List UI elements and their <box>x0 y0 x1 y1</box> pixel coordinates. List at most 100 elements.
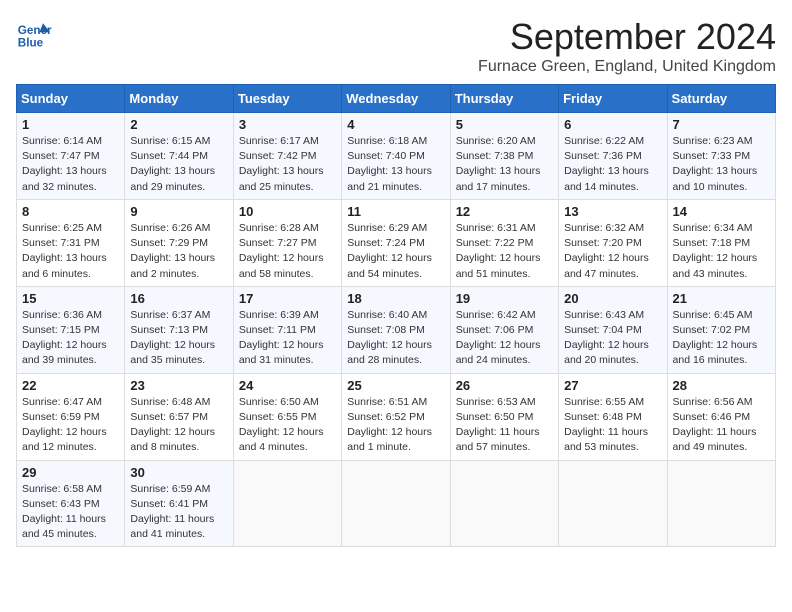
day-number: 13 <box>564 204 661 219</box>
day-detail: Sunrise: 6:39 AM Sunset: 7:11 PM Dayligh… <box>239 308 336 369</box>
day-number: 23 <box>130 378 227 393</box>
day-detail: Sunrise: 6:32 AM Sunset: 7:20 PM Dayligh… <box>564 221 661 282</box>
calendar-cell: 5 Sunrise: 6:20 AM Sunset: 7:38 PM Daylig… <box>450 113 558 200</box>
day-detail: Sunrise: 6:59 AM Sunset: 6:41 PM Dayligh… <box>130 482 227 543</box>
calendar-cell: 7 Sunrise: 6:23 AM Sunset: 7:33 PM Daylig… <box>667 113 775 200</box>
calendar-cell: 6 Sunrise: 6:22 AM Sunset: 7:36 PM Daylig… <box>559 113 667 200</box>
day-number: 14 <box>673 204 770 219</box>
calendar-week-row: 29 Sunrise: 6:58 AM Sunset: 6:43 PM Dayli… <box>17 460 776 547</box>
weekday-header-wednesday: Wednesday <box>342 85 450 113</box>
calendar-cell: 18Sunrise: 6:40 AM Sunset: 7:08 PM Dayli… <box>342 286 450 373</box>
calendar-cell: 11Sunrise: 6:29 AM Sunset: 7:24 PM Dayli… <box>342 199 450 286</box>
calendar-cell: 12 Sunrise: 6:31 AM Sunset: 7:22 PM Dayli… <box>450 199 558 286</box>
day-number: 17 <box>239 291 336 306</box>
day-number: 6 <box>564 117 661 132</box>
day-number: 12 <box>456 204 553 219</box>
day-number: 25 <box>347 378 444 393</box>
day-detail: Sunrise: 6:28 AM Sunset: 7:27 PM Dayligh… <box>239 221 336 282</box>
svg-text:Blue: Blue <box>18 37 44 50</box>
calendar-table: SundayMondayTuesdayWednesdayThursdayFrid… <box>16 84 776 547</box>
logo: General Blue <box>16 16 52 52</box>
calendar-cell: 3 Sunrise: 6:17 AM Sunset: 7:42 PM Daylig… <box>233 113 341 200</box>
day-number: 21 <box>673 291 770 306</box>
calendar-cell: 13 Sunrise: 6:32 AM Sunset: 7:20 PM Dayli… <box>559 199 667 286</box>
day-detail: Sunrise: 6:18 AM Sunset: 7:40 PM Dayligh… <box>347 134 444 195</box>
day-detail: Sunrise: 6:37 AM Sunset: 7:13 PM Dayligh… <box>130 308 227 369</box>
day-detail: Sunrise: 6:22 AM Sunset: 7:36 PM Dayligh… <box>564 134 661 195</box>
day-number: 8 <box>22 204 119 219</box>
calendar-cell: 19Sunrise: 6:42 AM Sunset: 7:06 PM Dayli… <box>450 286 558 373</box>
day-detail: Sunrise: 6:45 AM Sunset: 7:02 PM Dayligh… <box>673 308 770 369</box>
day-detail: Sunrise: 6:23 AM Sunset: 7:33 PM Dayligh… <box>673 134 770 195</box>
day-number: 26 <box>456 378 553 393</box>
calendar-cell: 14 Sunrise: 6:34 AM Sunset: 7:18 PM Dayli… <box>667 199 775 286</box>
day-number: 15 <box>22 291 119 306</box>
calendar-cell: 21 Sunrise: 6:45 AM Sunset: 7:02 PM Dayli… <box>667 286 775 373</box>
day-number: 1 <box>22 117 119 132</box>
day-number: 16 <box>130 291 227 306</box>
day-number: 18 <box>347 291 444 306</box>
day-number: 28 <box>673 378 770 393</box>
day-detail: Sunrise: 6:55 AM Sunset: 6:48 PM Dayligh… <box>564 395 661 456</box>
day-detail: Sunrise: 6:31 AM Sunset: 7:22 PM Dayligh… <box>456 221 553 282</box>
day-number: 3 <box>239 117 336 132</box>
day-detail: Sunrise: 6:25 AM Sunset: 7:31 PM Dayligh… <box>22 221 119 282</box>
day-detail: Sunrise: 6:58 AM Sunset: 6:43 PM Dayligh… <box>22 482 119 543</box>
day-number: 22 <box>22 378 119 393</box>
calendar-cell: 26 Sunrise: 6:53 AM Sunset: 6:50 PM Dayli… <box>450 373 558 460</box>
calendar-cell: 23 Sunrise: 6:48 AM Sunset: 6:57 PM Dayli… <box>125 373 233 460</box>
title-block: September 2024 Furnace Green, England, U… <box>478 16 776 76</box>
day-detail: Sunrise: 6:34 AM Sunset: 7:18 PM Dayligh… <box>673 221 770 282</box>
day-number: 27 <box>564 378 661 393</box>
page-header: General Blue September 2024 Furnace Gree… <box>16 16 776 76</box>
day-number: 5 <box>456 117 553 132</box>
calendar-cell <box>667 460 775 547</box>
day-number: 30 <box>130 465 227 480</box>
calendar-cell: 17 Sunrise: 6:39 AM Sunset: 7:11 PM Dayli… <box>233 286 341 373</box>
calendar-cell: 25 Sunrise: 6:51 AM Sunset: 6:52 PM Dayli… <box>342 373 450 460</box>
calendar-week-row: 15 Sunrise: 6:36 AM Sunset: 7:15 PM Dayli… <box>17 286 776 373</box>
day-detail: Sunrise: 6:42 AM Sunset: 7:06 PM Dayligh… <box>456 308 553 369</box>
calendar-cell: 16 Sunrise: 6:37 AM Sunset: 7:13 PM Dayli… <box>125 286 233 373</box>
calendar-cell <box>559 460 667 547</box>
calendar-cell: 28 Sunrise: 6:56 AM Sunset: 6:46 PM Dayli… <box>667 373 775 460</box>
day-detail: Sunrise: 6:43 AM Sunset: 7:04 PM Dayligh… <box>564 308 661 369</box>
calendar-week-row: 22 Sunrise: 6:47 AM Sunset: 6:59 PM Dayli… <box>17 373 776 460</box>
calendar-cell: 30 Sunrise: 6:59 AM Sunset: 6:41 PM Dayli… <box>125 460 233 547</box>
day-number: 9 <box>130 204 227 219</box>
weekday-header-tuesday: Tuesday <box>233 85 341 113</box>
calendar-cell: 8 Sunrise: 6:25 AM Sunset: 7:31 PM Daylig… <box>17 199 125 286</box>
day-detail: Sunrise: 6:36 AM Sunset: 7:15 PM Dayligh… <box>22 308 119 369</box>
day-detail: Sunrise: 6:14 AM Sunset: 7:47 PM Dayligh… <box>22 134 119 195</box>
day-detail: Sunrise: 6:48 AM Sunset: 6:57 PM Dayligh… <box>130 395 227 456</box>
calendar-week-row: 1 Sunrise: 6:14 AM Sunset: 7:47 PM Daylig… <box>17 113 776 200</box>
calendar-cell: 27 Sunrise: 6:55 AM Sunset: 6:48 PM Dayli… <box>559 373 667 460</box>
day-detail: Sunrise: 6:47 AM Sunset: 6:59 PM Dayligh… <box>22 395 119 456</box>
day-detail: Sunrise: 6:51 AM Sunset: 6:52 PM Dayligh… <box>347 395 444 456</box>
location-subtitle: Furnace Green, England, United Kingdom <box>478 58 776 76</box>
day-number: 7 <box>673 117 770 132</box>
calendar-cell: 22 Sunrise: 6:47 AM Sunset: 6:59 PM Dayli… <box>17 373 125 460</box>
weekday-header-monday: Monday <box>125 85 233 113</box>
calendar-cell <box>342 460 450 547</box>
day-detail: Sunrise: 6:20 AM Sunset: 7:38 PM Dayligh… <box>456 134 553 195</box>
day-detail: Sunrise: 6:50 AM Sunset: 6:55 PM Dayligh… <box>239 395 336 456</box>
calendar-cell: 15 Sunrise: 6:36 AM Sunset: 7:15 PM Dayli… <box>17 286 125 373</box>
calendar-cell: 10Sunrise: 6:28 AM Sunset: 7:27 PM Dayli… <box>233 199 341 286</box>
weekday-header-sunday: Sunday <box>17 85 125 113</box>
day-number: 4 <box>347 117 444 132</box>
calendar-week-row: 8 Sunrise: 6:25 AM Sunset: 7:31 PM Daylig… <box>17 199 776 286</box>
day-number: 29 <box>22 465 119 480</box>
calendar-cell: 9 Sunrise: 6:26 AM Sunset: 7:29 PM Daylig… <box>125 199 233 286</box>
day-detail: Sunrise: 6:26 AM Sunset: 7:29 PM Dayligh… <box>130 221 227 282</box>
weekday-header-friday: Friday <box>559 85 667 113</box>
day-detail: Sunrise: 6:17 AM Sunset: 7:42 PM Dayligh… <box>239 134 336 195</box>
calendar-cell: 20Sunrise: 6:43 AM Sunset: 7:04 PM Dayli… <box>559 286 667 373</box>
calendar-cell: 4 Sunrise: 6:18 AM Sunset: 7:40 PM Daylig… <box>342 113 450 200</box>
calendar-header-row: SundayMondayTuesdayWednesdayThursdayFrid… <box>17 85 776 113</box>
calendar-cell: 29 Sunrise: 6:58 AM Sunset: 6:43 PM Dayli… <box>17 460 125 547</box>
day-detail: Sunrise: 6:56 AM Sunset: 6:46 PM Dayligh… <box>673 395 770 456</box>
weekday-header-thursday: Thursday <box>450 85 558 113</box>
day-detail: Sunrise: 6:53 AM Sunset: 6:50 PM Dayligh… <box>456 395 553 456</box>
month-title: September 2024 <box>478 16 776 58</box>
